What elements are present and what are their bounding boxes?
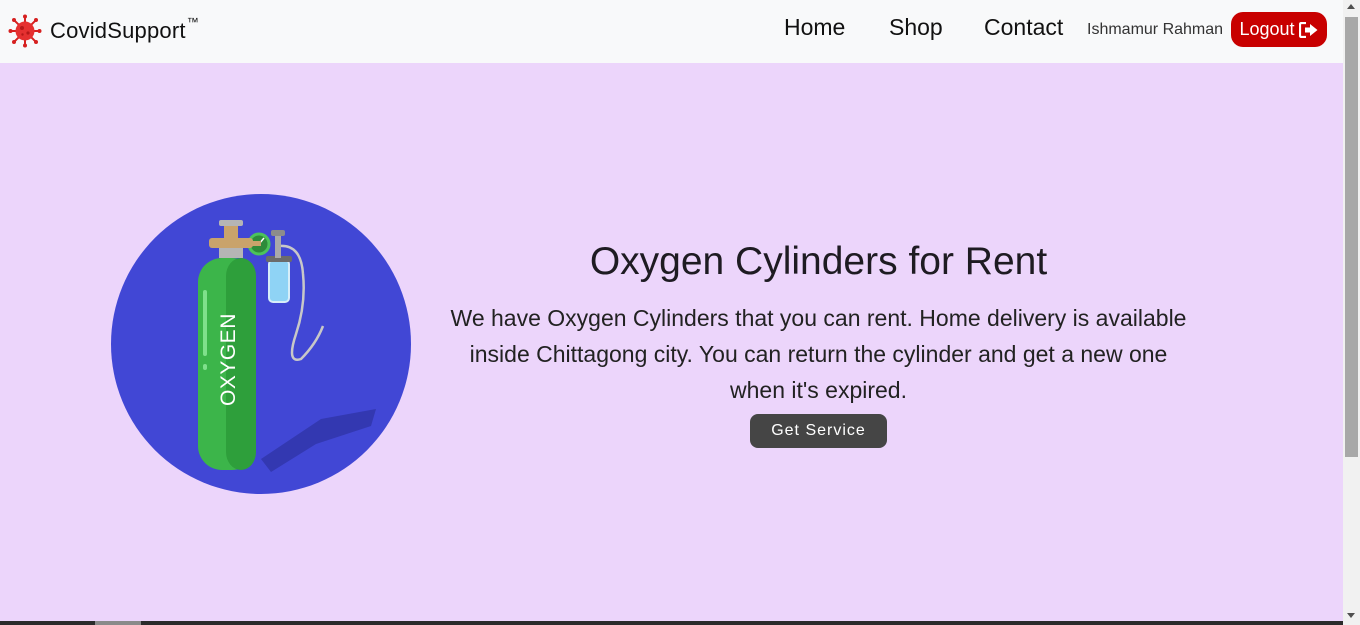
hero-description: We have Oxygen Cylinders that you can re… <box>450 305 1187 403</box>
hero-title: Oxygen Cylinders for Rent <box>589 240 1048 283</box>
oxygen-cylinder-image: OXYGEN <box>111 194 411 494</box>
get-service-button[interactable]: Get Service <box>750 414 887 448</box>
cylinder-label: OXYGEN <box>217 313 240 406</box>
logout-button[interactable]: Logout <box>1231 12 1327 47</box>
navbar: CovidSupport™ Home Shop Contact Ishmamur… <box>0 0 1343 63</box>
sign-out-icon <box>1298 21 1318 38</box>
brand[interactable]: CovidSupport™ <box>8 14 199 48</box>
brand-name: CovidSupport™ <box>50 15 199 43</box>
horizontal-scrollbar[interactable] <box>0 621 1343 625</box>
page: CovidSupport™ Home Shop Contact Ishmamur… <box>0 0 1343 625</box>
nav-link-contact[interactable]: Contact <box>984 14 1063 41</box>
trademark-mark: ™ <box>186 15 199 29</box>
virus-icon <box>8 14 42 48</box>
scroll-down-arrow-icon[interactable] <box>1347 613 1355 618</box>
username: Ishmamur Rahman <box>1087 21 1224 38</box>
scroll-up-arrow-icon[interactable] <box>1347 4 1355 9</box>
horizontal-scrollbar-thumb[interactable] <box>95 621 141 625</box>
logout-label: Logout <box>1239 19 1295 39</box>
nav-link-home[interactable]: Home <box>784 14 845 41</box>
scrollbar-thumb[interactable] <box>1345 17 1358 457</box>
vertical-scrollbar[interactable] <box>1343 0 1360 625</box>
nav-link-shop[interactable]: Shop <box>889 14 943 41</box>
